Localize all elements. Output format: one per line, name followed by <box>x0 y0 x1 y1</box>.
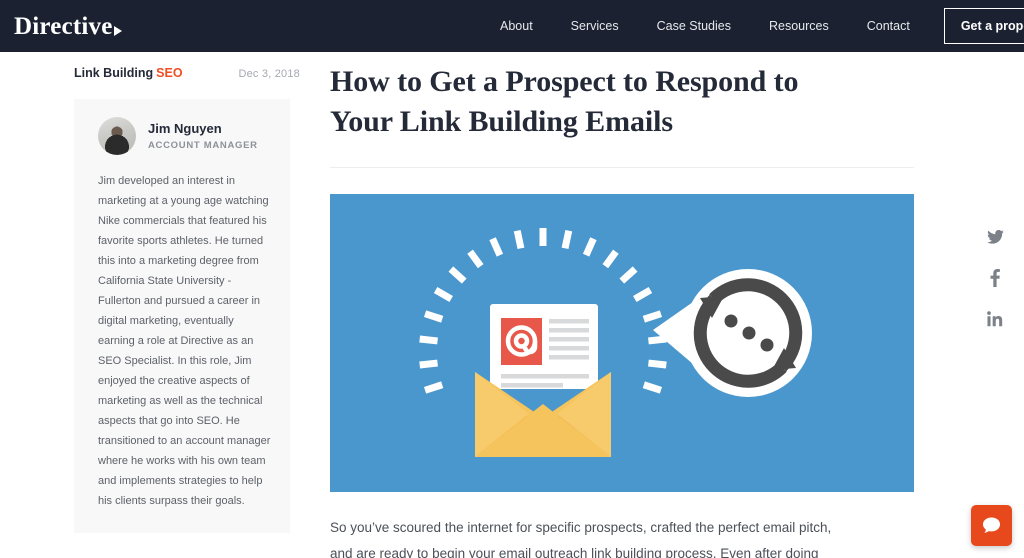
author-header: Jim Nguyen ACCOUNT MANAGER <box>98 117 272 155</box>
facebook-icon[interactable] <box>985 268 1005 288</box>
title-divider <box>330 167 914 169</box>
author-identity: Jim Nguyen ACCOUNT MANAGER <box>148 121 258 152</box>
article-title: How to Get a Prospect to Respond to Your… <box>330 65 799 138</box>
article-sidebar: Link Building SEO Dec 3, 2018 Jim Nguyen … <box>0 52 300 558</box>
main-navigation: About Services Case Studies Resources Co… <box>481 0 1024 52</box>
article-meta: Link Building SEO Dec 3, 2018 <box>74 66 300 80</box>
social-share-rail <box>985 227 1005 329</box>
get-a-proposal-button[interactable]: Get a proposal <box>943 8 1024 44</box>
article-content: How to Get a Prospect to Respond to Your… <box>300 52 1024 558</box>
nav-item-services[interactable]: Services <box>552 19 638 33</box>
chat-widget-button[interactable] <box>971 505 1012 546</box>
twitter-icon[interactable] <box>985 227 1005 247</box>
nav-item-about[interactable]: About <box>481 19 552 33</box>
chat-bubble-icon <box>982 517 1001 533</box>
author-card: Jim Nguyen ACCOUNT MANAGER Jim developed… <box>74 99 290 533</box>
article-paragraph: So you’ve scoured the internet for speci… <box>330 520 832 558</box>
article-hero-image <box>330 194 914 493</box>
author-bio: Jim developed an interest in marketing a… <box>98 175 271 507</box>
linkedin-icon[interactable] <box>985 309 1005 329</box>
email-reply-illustration <box>419 228 812 458</box>
category-seo[interactable]: SEO <box>156 66 182 80</box>
category-group: Link Building SEO <box>74 66 183 80</box>
logo-triangle-icon <box>113 25 122 36</box>
category-link-building[interactable]: Link Building <box>74 66 153 80</box>
nav-item-resources[interactable]: Resources <box>750 19 848 33</box>
site-header: Directive About Services Case Studies Re… <box>0 0 1024 52</box>
publish-date: Dec 3, 2018 <box>238 68 300 80</box>
letter-icon <box>490 304 598 390</box>
logo-text: Directive <box>14 12 113 40</box>
author-role: ACCOUNT MANAGER <box>148 140 258 152</box>
page-body: Link Building SEO Dec 3, 2018 Jim Nguyen … <box>0 52 1024 558</box>
reply-bubble-icon <box>653 269 812 398</box>
author-avatar <box>98 117 136 155</box>
nav-item-contact[interactable]: Contact <box>848 19 929 33</box>
site-logo[interactable]: Directive <box>14 14 122 39</box>
author-name: Jim Nguyen <box>148 120 222 136</box>
nav-item-case-studies[interactable]: Case Studies <box>638 19 750 33</box>
